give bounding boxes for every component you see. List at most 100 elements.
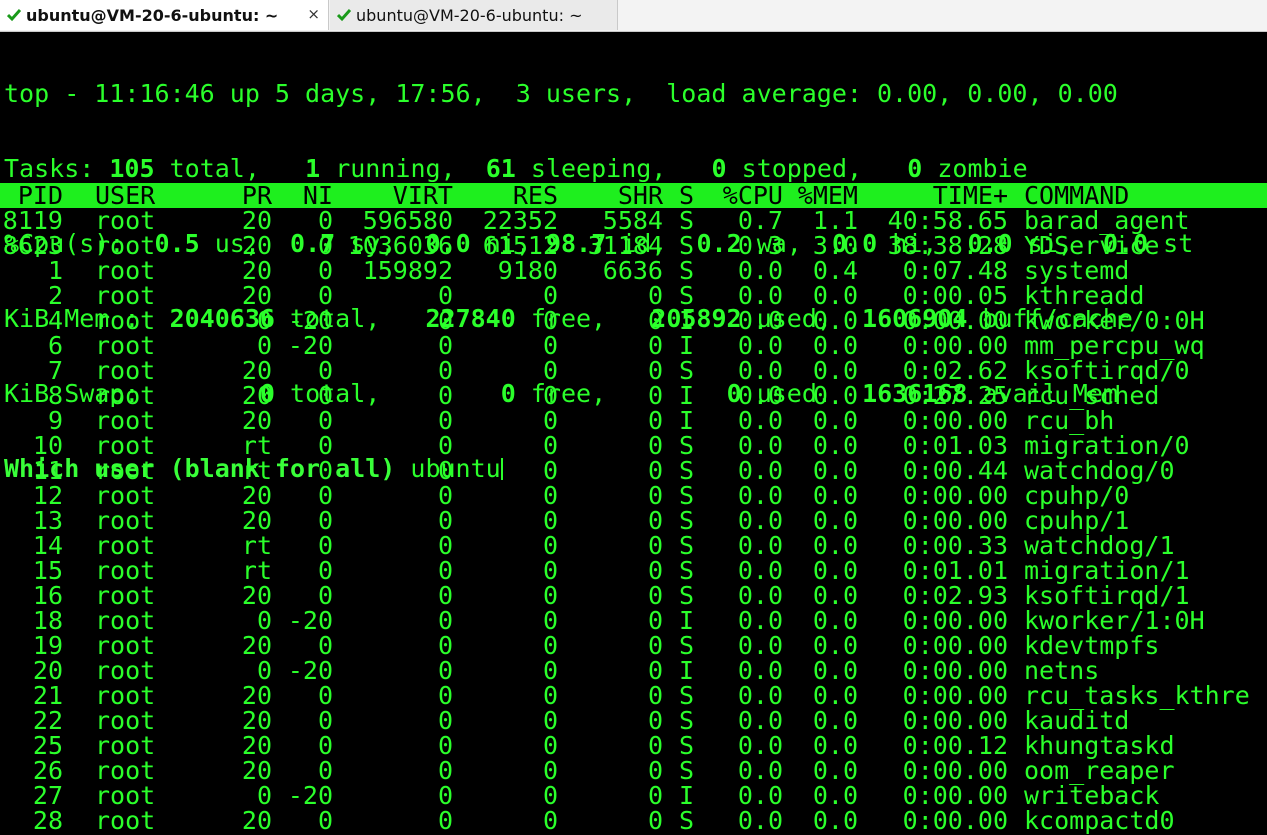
cell-cpu: 0.0 (737, 356, 783, 385)
table-row[interactable]: 8119 root 20 0 596580 22352 5584 S 0.7 1.1 40:58.6… (3, 206, 1267, 235)
cell-shr: 0 (647, 331, 663, 360)
cell-pid: 12 (32, 481, 63, 510)
table-row[interactable]: 15 root rt 0 0 0 0 S 0.0 0.0 0:01.01 migration/1 (4, 558, 1267, 583)
tasks-stopped-label: stopped, (741, 154, 863, 183)
table-row[interactable]: 26 root 20 0 0 0 0 S 0.0 0.0 0:00.00 oom_reaper (4, 758, 1267, 783)
cell-shr: 5584 (602, 206, 663, 235)
cell-state: S (679, 631, 695, 660)
column-header-virt: VIRT (392, 181, 453, 210)
column-header-mem: %MEM (797, 181, 858, 210)
cell-mem: 1.1 (812, 206, 858, 235)
cell-time: 0:02.62 (902, 356, 1008, 385)
cell-cpu: 0.0 (737, 531, 783, 560)
cell-shr: 0 (647, 306, 663, 335)
table-row[interactable]: 1 root 20 0 159892 9180 6636 S 0.0 0.4 0:07.48 syst… (4, 258, 1267, 283)
tab-session-2[interactable]: ubuntu@VM-20-6-ubuntu: ~ (330, 0, 618, 30)
cell-res: 0 (542, 806, 558, 835)
cell-time: 0:00.00 (902, 706, 1008, 735)
column-headers: PID USER PR NI VIRT RES SHR S %CPU %MEM TIME+ COMMA… (4, 183, 1267, 208)
cell-virt: 0 (437, 356, 453, 385)
cell-state: I (679, 406, 695, 435)
cell-pr: 0 (256, 656, 272, 685)
cell-pid: 9 (47, 406, 63, 435)
table-row[interactable]: 8 root 20 0 0 0 0 I 0.0 0.0 0:27.25 rcu_sched (4, 383, 1267, 408)
cell-res: 0 (542, 481, 558, 510)
table-row[interactable]: 14 root rt 0 0 0 0 S 0.0 0.0 0:00.33 watchdog/1 (4, 533, 1267, 558)
cell-state: S (679, 206, 695, 235)
cell-shr: 0 (647, 356, 663, 385)
cell-cpu: 0.0 (737, 456, 783, 485)
cell-pr: rt (241, 556, 272, 585)
cell-pr: 20 (241, 256, 272, 285)
cell-pid: 1 (47, 256, 63, 285)
table-row[interactable]: 7 root 20 0 0 0 0 S 0.0 0.0 0:02.62 ksoftirqd/0 (4, 358, 1267, 383)
cell-shr: 6636 (602, 256, 663, 285)
table-row[interactable]: 18 root 0 -20 0 0 0 I 0.0 0.0 0:00.00 kworker/1:0H (4, 608, 1267, 633)
cell-time: 0:00.00 (902, 331, 1008, 360)
cell-pid: 27 (32, 781, 63, 810)
cell-res: 0 (542, 556, 558, 585)
cell-command: kworker/1:0H (1024, 606, 1205, 635)
cell-state: I (679, 306, 695, 335)
cell-virt: 1036036 (347, 231, 453, 260)
cell-shr: 31184 (587, 231, 663, 260)
cell-time: 0:00.44 (902, 456, 1008, 485)
cell-shr: 0 (647, 806, 663, 835)
cell-ni: 0 (317, 556, 333, 585)
column-header-shr: SHR (617, 181, 663, 210)
table-row[interactable]: 11 root rt 0 0 0 0 S 0.0 0.0 0:00.44 watchdog/0 (4, 458, 1267, 483)
table-row[interactable]: 9 root 20 0 0 0 0 I 0.0 0.0 0:00.00 rcu_bh (4, 408, 1267, 433)
table-row[interactable]: 19 root 20 0 0 0 0 S 0.0 0.0 0:00.00 kdevtmpfs (4, 633, 1267, 658)
cell-virt: 0 (437, 306, 453, 335)
cell-user: root (95, 406, 156, 435)
cell-ni: -20 (287, 306, 333, 335)
table-row[interactable]: 4 root 0 -20 0 0 0 I 0.0 0.0 0:00.00 kworker/0:0H (4, 308, 1267, 333)
cell-mem: 0.0 (812, 781, 858, 810)
cell-virt: 0 (437, 706, 453, 735)
cell-ni: 0 (317, 681, 333, 710)
table-row[interactable]: 10 root rt 0 0 0 0 S 0.0 0.0 0:01.03 migration/0 (4, 433, 1267, 458)
table-row[interactable]: 13 root 20 0 0 0 0 S 0.0 0.0 0:00.00 cpuhp/1 (4, 508, 1267, 533)
cell-user: root (95, 281, 156, 310)
table-row[interactable]: 8623 root 20 0 1036036 61512 31184 S 0.3 3.0 38:38… (2, 231, 1267, 260)
table-row[interactable]: 20 root 0 -20 0 0 0 I 0.0 0.0 0:00.00 netns (4, 658, 1267, 683)
tasks-running-label: running, (335, 154, 456, 183)
cell-cpu: 0.0 (737, 756, 783, 785)
cell-virt: 0 (437, 331, 453, 360)
cell-pid: 8623 (2, 231, 63, 260)
cell-shr: 0 (647, 781, 663, 810)
cell-mem: 0.0 (812, 356, 858, 385)
cell-command: barad_agent (1024, 206, 1190, 235)
cell-pr: 20 (241, 281, 272, 310)
cell-state: I (679, 381, 695, 410)
cell-pid: 6 (47, 331, 63, 360)
cell-virt: 0 (437, 506, 453, 535)
cell-command: mm_percpu_wq (1024, 331, 1205, 360)
table-row[interactable]: 2 root 20 0 0 0 0 S 0.0 0.0 0:00.05 kthreadd (4, 283, 1267, 308)
table-row[interactable]: 16 root 20 0 0 0 0 S 0.0 0.0 0:02.93 ksoftirqd/1 (4, 583, 1267, 608)
cell-shr: 0 (647, 281, 663, 310)
tab-session-1[interactable]: ubuntu@VM-20-6-ubuntu: ~ × (0, 0, 329, 30)
table-row[interactable]: 27 root 0 -20 0 0 0 I 0.0 0.0 0:00.00 writeback (4, 783, 1267, 808)
cell-res: 0 (542, 606, 558, 635)
cell-command: cpuhp/0 (1024, 481, 1130, 510)
cell-mem: 0.0 (812, 281, 858, 310)
cell-cpu: 0.0 (737, 381, 783, 410)
cell-ni: 0 (317, 806, 333, 835)
cell-state: S (679, 506, 695, 535)
cell-user: root (95, 356, 156, 385)
cell-virt: 0 (437, 781, 453, 810)
close-icon[interactable]: × (307, 5, 320, 23)
cell-user: root (95, 656, 156, 685)
table-row[interactable]: 28 root 20 0 0 0 0 S 0.0 0.0 0:00.00 kcompactd0 (4, 808, 1267, 833)
cell-pid: 20 (32, 656, 63, 685)
cell-virt: 0 (437, 806, 453, 835)
table-row[interactable]: 6 root 0 -20 0 0 0 I 0.0 0.0 0:00.00 mm_percpu_wq (4, 333, 1267, 358)
table-row[interactable]: 21 root 20 0 0 0 0 S 0.0 0.0 0:00.00 rcu_tasks_kthr… (4, 683, 1267, 708)
cell-pr: 20 (241, 206, 272, 235)
table-row[interactable]: 12 root 20 0 0 0 0 S 0.0 0.0 0:00.00 cpuhp/0 (4, 483, 1267, 508)
table-row[interactable]: 25 root 20 0 0 0 0 S 0.0 0.0 0:00.12 khungtaskd (4, 733, 1267, 758)
table-row[interactable]: 22 root 20 0 0 0 0 S 0.0 0.0 0:00.00 kauditd (4, 708, 1267, 733)
cell-pr: 0 (256, 331, 272, 360)
cell-res: 9180 (497, 256, 558, 285)
